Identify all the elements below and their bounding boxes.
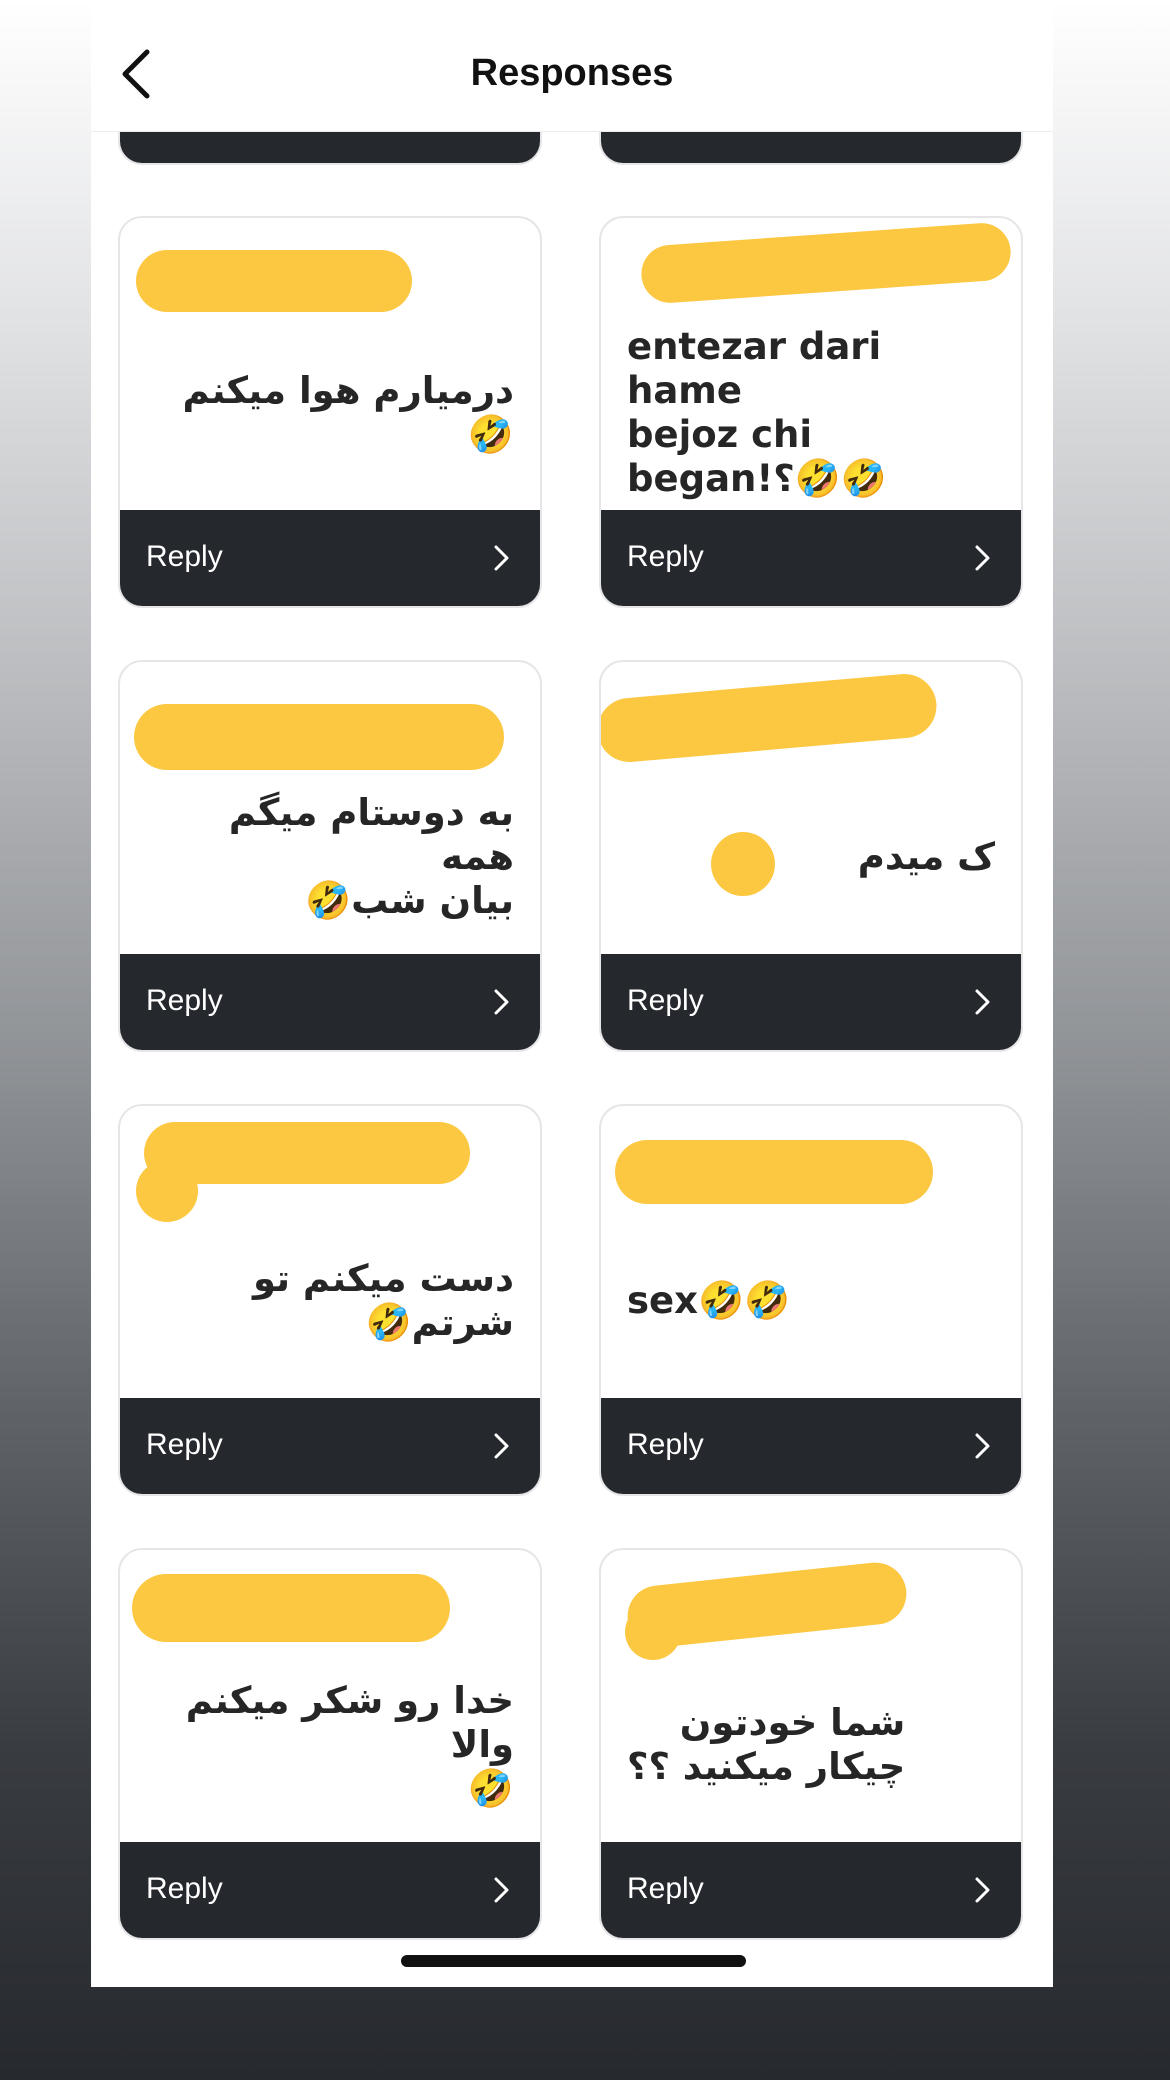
response-card[interactable]: درمیارم هوا میکنم 🤣 Reply <box>118 216 542 608</box>
reply-label: Reply <box>627 1872 704 1905</box>
chevron-right-icon <box>975 545 990 571</box>
reply-button[interactable]: Reply <box>601 1398 1021 1494</box>
redacted-username <box>130 1120 530 1222</box>
response-message: ک میدم <box>857 835 995 878</box>
reply-label: Reply <box>146 1872 223 1905</box>
response-card[interactable]: ک میدم Reply <box>599 660 1023 1052</box>
chevron-right-icon <box>494 1877 509 1903</box>
response-card[interactable]: sex🤣🤣 Reply <box>599 1104 1023 1496</box>
redacted-username <box>130 232 530 312</box>
response-card[interactable]: دست میکنم تو شرتم🤣 Reply <box>118 1104 542 1496</box>
response-message: شما خودتون چیکار میکنید ؟؟ <box>627 1701 906 1788</box>
response-message: sex🤣🤣 <box>627 1279 791 1322</box>
reply-button[interactable]: Reply <box>120 1842 540 1938</box>
response-card[interactable]: شما خودتون چیکار میکنید ؟؟ Reply <box>599 1548 1023 1940</box>
reply-button[interactable]: Reply <box>601 1842 1021 1938</box>
reply-label: Reply <box>627 540 704 573</box>
reply-button[interactable]: Reply <box>120 510 540 606</box>
reply-button[interactable]: Reply <box>601 954 1021 1050</box>
response-message: به دوستام میگم همه بیان شب🤣 <box>228 791 514 922</box>
home-indicator <box>401 1955 746 1967</box>
redacted-username <box>601 671 1011 765</box>
reply-button[interactable]: Reply <box>601 510 1021 606</box>
reply-button[interactable]: Reply <box>120 954 540 1050</box>
response-card[interactable]: خدا رو شکر میکنم والا 🤣 Reply <box>118 1548 542 1940</box>
redacted-username <box>130 1564 530 1644</box>
chevron-right-icon <box>975 989 990 1015</box>
header-bar: Responses <box>91 0 1053 132</box>
redaction-dot <box>711 832 775 896</box>
redacted-username <box>611 221 1013 312</box>
responses-grid: Reply Reply درمیارم هوا میکنم 🤣 Reply en… <box>91 0 1053 1987</box>
redacted-username <box>611 1120 1011 1204</box>
chevron-right-icon <box>494 545 509 571</box>
response-card[interactable]: entezar dari hame bejoz chi began!؟🤣🤣 Re… <box>599 216 1023 608</box>
phone-screen: Reply Reply درمیارم هوا میکنم 🤣 Reply en… <box>91 0 1053 1987</box>
redacted-username <box>611 1559 1011 1660</box>
reply-button[interactable]: Reply <box>120 1398 540 1494</box>
response-message: دست میکنم تو شرتم🤣 <box>252 1257 514 1344</box>
redacted-username <box>130 676 530 770</box>
reply-label: Reply <box>146 1428 223 1461</box>
reply-label: Reply <box>146 540 223 573</box>
page-title: Responses <box>470 52 674 94</box>
reply-label: Reply <box>627 1428 704 1461</box>
response-message: خدا رو شکر میکنم والا 🤣 <box>185 1679 514 1810</box>
reply-label: Reply <box>627 984 704 1017</box>
response-card[interactable]: به دوستام میگم همه بیان شب🤣 Reply <box>118 660 542 1052</box>
reply-label: Reply <box>146 984 223 1017</box>
chevron-right-icon <box>494 989 509 1015</box>
chevron-right-icon <box>975 1433 990 1459</box>
response-message: درمیارم هوا میکنم 🤣 <box>182 369 514 456</box>
chevron-right-icon <box>494 1433 509 1459</box>
chevron-right-icon <box>975 1877 990 1903</box>
response-message: entezar dari hame bejoz chi began!؟🤣🤣 <box>627 325 887 500</box>
